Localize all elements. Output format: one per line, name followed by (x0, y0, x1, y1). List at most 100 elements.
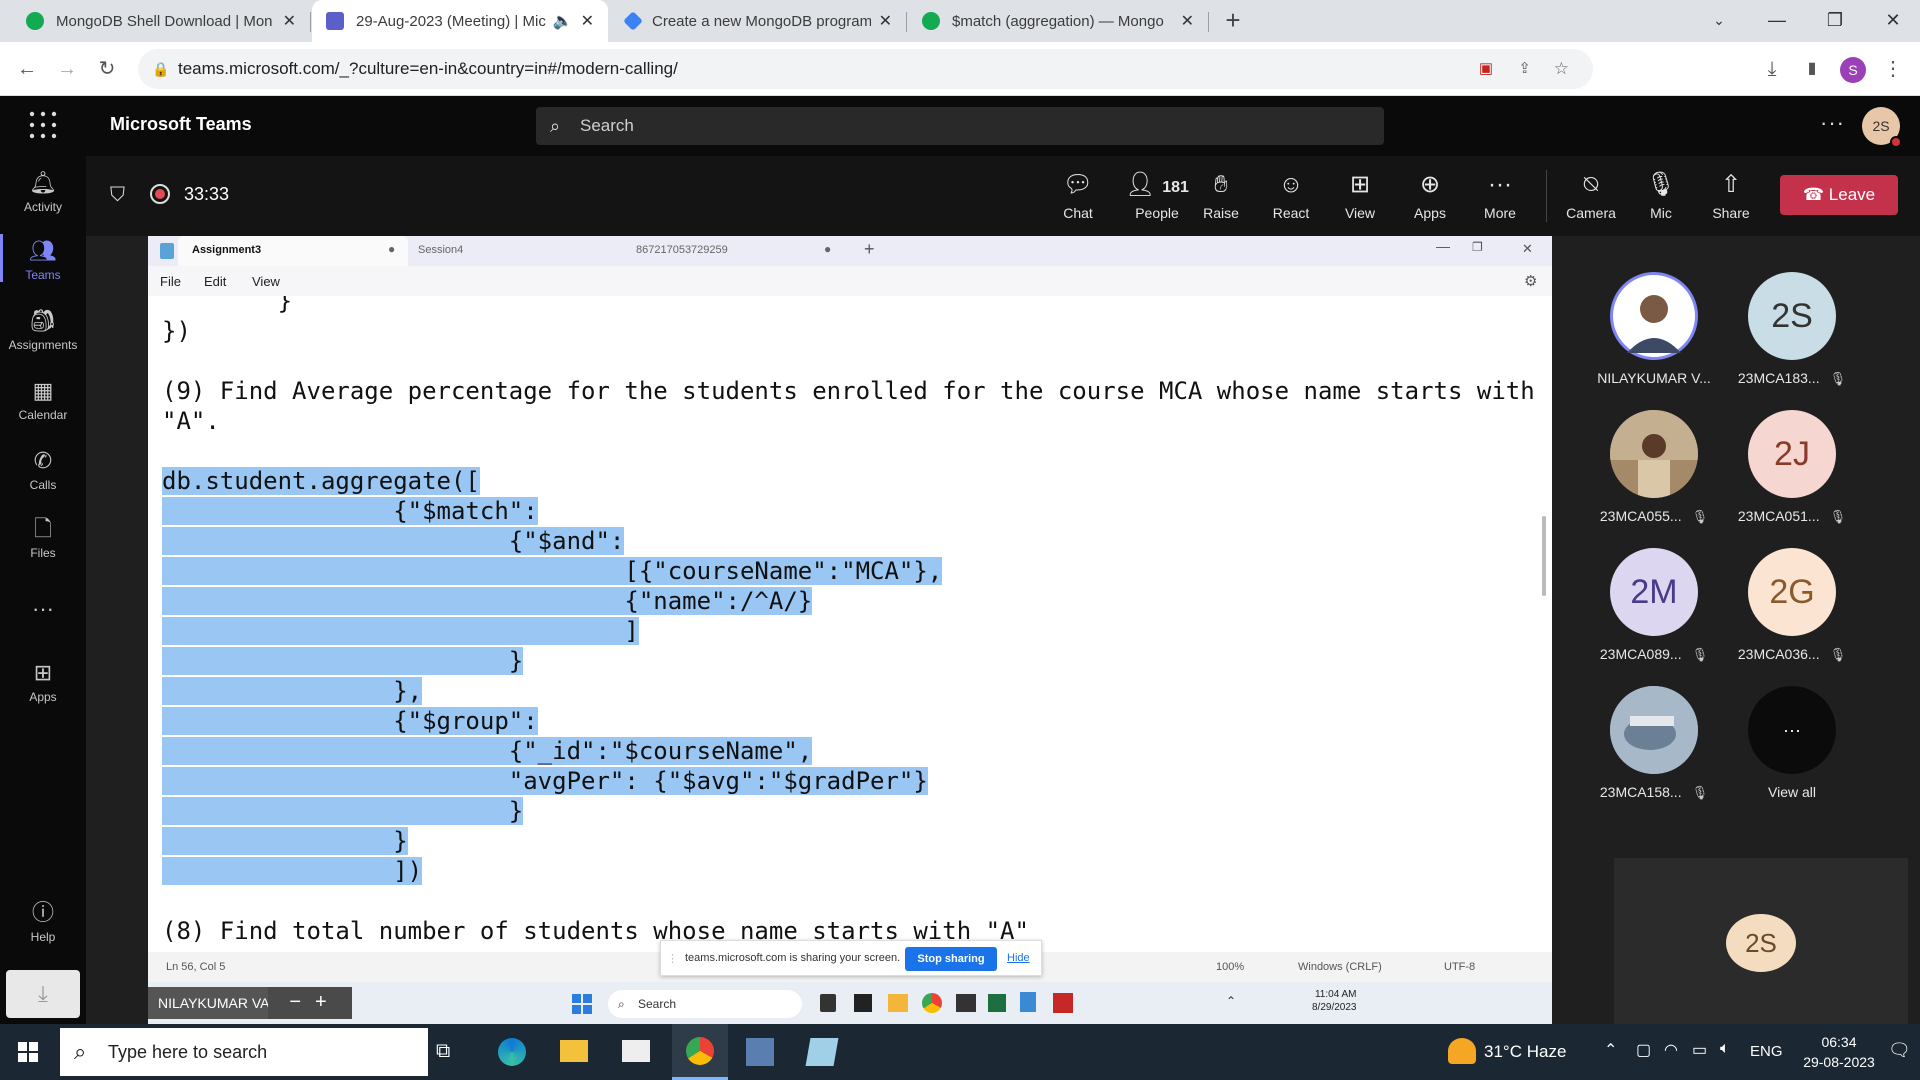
chrome-menu-icon[interactable]: ⋮ (1876, 52, 1910, 86)
bookmark-star-icon[interactable]: ☆ (1554, 49, 1569, 89)
settings-gear-icon[interactable]: ⚙ (1524, 272, 1537, 290)
rail-item-activity[interactable]: 🔔︎ Activity (0, 170, 86, 214)
close-icon[interactable]: ✕ (581, 11, 594, 31)
download-icon[interactable]: ⤓ (1755, 52, 1789, 86)
browser-tab-teams-meeting[interactable]: 29-Aug-2023 (Meeting) | Mic 🔈 ✕ (312, 0, 608, 42)
participant-tile[interactable]: 2G 23MCA036... 🎙︎ (1732, 548, 1852, 663)
rail-item-calls[interactable]: ✆ Calls (0, 448, 86, 492)
meet-now-icon[interactable]: ▢ (1636, 1040, 1651, 1060)
notepad-new-tab-button[interactable]: + (864, 239, 875, 260)
self-video-tile[interactable]: 2S (1614, 858, 1908, 1024)
close-icon[interactable]: ✕ (283, 11, 296, 31)
more-options-icon[interactable]: ··· (1820, 110, 1845, 136)
wifi-icon[interactable]: ◠ (1664, 1040, 1678, 1060)
profile-avatar[interactable]: S (1840, 57, 1866, 83)
share-icon[interactable]: ⇪ (1518, 49, 1531, 89)
side-panel-icon[interactable]: ▮ (1795, 52, 1829, 86)
apps-button[interactable]: ⊕ Apps (1397, 170, 1463, 221)
volume-icon[interactable]: 🔈︎ (1720, 1040, 1730, 1058)
windows-start-icon[interactable] (18, 1042, 38, 1062)
tab-search-chevron-icon[interactable]: ⌄ (1690, 0, 1748, 42)
notepad-text-area[interactable]: } }) (9) Find Average percentage for the… (148, 296, 1552, 952)
rail-item-calendar[interactable]: ▦ Calendar (0, 378, 86, 422)
notifications-icon[interactable]: 🗨︎ (1888, 1040, 1911, 1061)
remote-desktop-icon[interactable] (746, 1038, 774, 1066)
battery-icon[interactable]: ▭ (1692, 1040, 1707, 1060)
teams-search-input[interactable]: ⌕ Search (536, 107, 1384, 145)
hide-button[interactable]: Hide (1007, 952, 1030, 964)
zoom-controls[interactable]: −+ (268, 987, 352, 1019)
browser-tab-match-aggregation[interactable]: $match (aggregation) — Mongo ✕ (908, 0, 1208, 42)
task-view-icon[interactable]: ⧉ (436, 1040, 450, 1063)
notepad-maximize-button[interactable]: ❐ (1472, 240, 1483, 254)
minimize-button[interactable]: — (1748, 0, 1806, 42)
react-button[interactable]: ☺ React (1258, 170, 1324, 221)
windows-start-icon[interactable] (572, 994, 592, 1014)
leave-button[interactable]: ☎︎ Leave (1780, 175, 1898, 215)
rail-item-apps[interactable]: ⊞ Apps (0, 660, 86, 704)
menu-view[interactable]: View (252, 274, 280, 289)
participant-tile[interactable]: 23MCA158... 🎙︎ (1594, 686, 1714, 801)
mic-button[interactable]: 🎙︎ Mic (1628, 170, 1694, 221)
camera-blocked-icon[interactable]: ▣ (1479, 49, 1493, 89)
drag-handle-icon[interactable]: ⋮ (667, 952, 678, 965)
close-icon[interactable]: ✕ (1181, 11, 1194, 31)
chrome-taskbar-button[interactable] (672, 1024, 728, 1080)
reload-icon[interactable]: ↻ (90, 52, 124, 86)
raise-hand-button[interactable]: ✋︎ Raise (1188, 170, 1254, 221)
acrobat-icon[interactable] (1053, 993, 1073, 1013)
maximize-button[interactable]: ❐ (1806, 0, 1864, 42)
participant-tile[interactable]: NILAYKUMAR V... (1594, 272, 1714, 386)
file-explorer-icon[interactable] (560, 1040, 588, 1062)
edge-icon[interactable] (498, 1038, 526, 1066)
app-icon[interactable] (805, 1038, 839, 1066)
inner-search-box[interactable]: ⌕ Search (608, 990, 802, 1018)
rail-item-help[interactable]: ⓘ Help (0, 900, 86, 944)
people-button[interactable]: 👤︎ 181 People (1117, 170, 1197, 221)
windows-search-box[interactable]: ⌕ Type here to search (60, 1028, 428, 1076)
browser-tab-create-mongodb[interactable]: Create a new MongoDB program ✕ (612, 0, 906, 42)
notepad-tab-session4[interactable]: Session4 (418, 244, 463, 256)
notepad-tab-number[interactable]: 867217053729259 (636, 244, 728, 256)
menu-file[interactable]: File (160, 274, 181, 289)
address-bar[interactable]: 🔒 teams.microsoft.com/_?culture=en-in&co… (138, 49, 1593, 89)
share-button[interactable]: ⇧ Share (1698, 170, 1764, 221)
close-icon[interactable]: ✕ (879, 11, 892, 31)
rail-more-apps-icon[interactable]: ··· (0, 596, 86, 622)
download-app-button[interactable]: ⤓ (6, 970, 80, 1018)
camera-button[interactable]: ⍉ Camera (1558, 170, 1624, 221)
tray-chevron-icon[interactable]: ⌃ (1226, 994, 1236, 1008)
browser-tab-mongodb-shell[interactable]: MongoDB Shell Download | Mon ✕ (12, 0, 310, 42)
back-icon[interactable]: ← (10, 52, 44, 86)
notepad-minimize-button[interactable]: — (1436, 238, 1450, 254)
participant-tile[interactable]: 2M 23MCA089... 🎙︎ (1594, 548, 1714, 663)
language-indicator[interactable]: ENG (1750, 1043, 1783, 1060)
more-button[interactable]: ··· More (1467, 170, 1533, 221)
speaker-icon[interactable]: 🔈 (553, 11, 573, 31)
chat-button[interactable]: 💬︎ Chat (1045, 170, 1111, 221)
notepad-taskbar-icon[interactable] (1020, 992, 1036, 1012)
tray-chevron-icon[interactable]: ⌃ (1604, 1040, 1617, 1060)
terminal-icon[interactable] (956, 994, 976, 1012)
participant-tile[interactable]: 2J 23MCA051... 🎙︎ (1732, 410, 1852, 525)
stop-sharing-button[interactable]: Stop sharing (905, 947, 997, 971)
file-explorer-icon[interactable] (888, 994, 908, 1012)
scrollbar-thumb[interactable] (1542, 516, 1546, 596)
mail-icon[interactable] (622, 1040, 650, 1062)
rail-item-assignments[interactable]: 🎒︎ Assignments (0, 308, 86, 352)
notepad-tab-assignment3[interactable]: Assignment3 ● (178, 236, 408, 266)
new-tab-button[interactable]: + (1204, 0, 1262, 42)
forward-icon[interactable]: → (50, 52, 84, 86)
close-window-button[interactable]: ✕ (1864, 0, 1920, 42)
participant-tile[interactable]: 2S 23MCA183... 🎙︎ (1732, 272, 1852, 387)
view-all-button[interactable]: ··· View all (1732, 686, 1852, 800)
participant-tile[interactable]: 23MCA055... 🎙︎ (1594, 410, 1714, 525)
rail-item-files[interactable]: 🗋︎ Files (0, 516, 86, 560)
chrome-icon[interactable] (922, 993, 942, 1013)
notes-app-icon[interactable] (854, 994, 872, 1012)
notepad-close-button[interactable]: ✕ (1522, 241, 1533, 257)
weather-text[interactable]: 31°C Haze (1484, 1042, 1566, 1062)
shield-icon[interactable]: ⛉ (110, 184, 125, 207)
rail-item-teams[interactable]: 👥︎ Teams (0, 238, 86, 282)
system-clock[interactable]: 06:34 29-08-2023 (1802, 1032, 1876, 1072)
